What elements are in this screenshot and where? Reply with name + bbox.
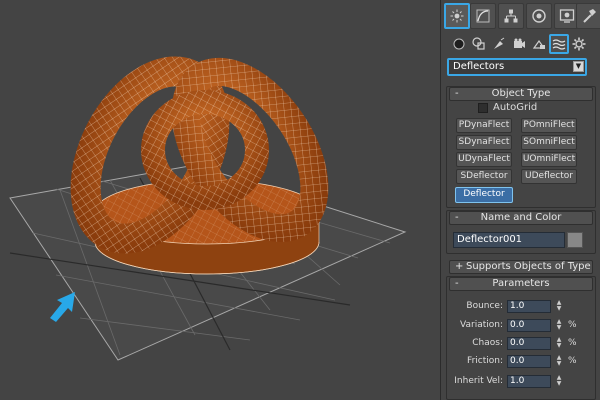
parameters-rollout-header[interactable]: - Parameters — [449, 277, 593, 291]
variation-unit: % — [568, 320, 577, 330]
friction-spinner[interactable]: ▲ ▼ — [555, 355, 563, 368]
uomniflect-button[interactable]: UOmniFlect — [521, 152, 577, 167]
bounce-field[interactable]: 1.0 — [507, 300, 551, 313]
collapse-icon: - — [455, 88, 459, 99]
name-and-color-title: Name and Color — [480, 212, 562, 223]
parameters-title: Parameters — [492, 278, 550, 289]
hammer-icon — [583, 9, 596, 23]
camera-icon — [514, 38, 525, 48]
viewport-scene — [9, 56, 407, 361]
space-warp-waves-icon — [552, 39, 566, 50]
object-type-rollout-header[interactable]: - Object Type — [449, 87, 593, 101]
perspective-viewport[interactable] — [0, 0, 440, 400]
variation-field[interactable]: 0.0 — [507, 319, 551, 332]
light-icon — [494, 37, 505, 49]
display-monitor-icon — [559, 9, 575, 23]
pdynaflect-button[interactable]: PDynaFlect — [456, 118, 512, 133]
chaos-field[interactable]: 0.0 — [507, 337, 551, 350]
autogrid-label: AutoGrid — [493, 102, 538, 113]
autogrid-checkbox[interactable] — [478, 103, 488, 113]
name-and-color-rollout-header[interactable]: - Name and Color — [449, 211, 593, 225]
shapes-icon — [472, 37, 485, 50]
category-dropdown[interactable]: Deflectors ▼ — [447, 58, 587, 76]
subcategory-space-warps[interactable] — [549, 34, 569, 54]
deflector-button[interactable]: Deflector — [455, 187, 513, 203]
collapse-icon: - — [455, 212, 459, 223]
hierarchy-icon — [504, 9, 518, 23]
create-subcategories — [449, 34, 599, 56]
pointer-arrow-icon — [50, 292, 75, 322]
udeflector-button[interactable]: UDeflector — [521, 169, 577, 184]
subcategory-helpers[interactable] — [529, 34, 549, 54]
inherit-vel-label: Inherit Vel: — [454, 376, 503, 386]
tab-motion[interactable] — [526, 3, 552, 29]
chaos-unit: % — [568, 338, 577, 348]
inherit-vel-spinner[interactable]: ▲ ▼ — [555, 375, 563, 388]
tab-hierarchy[interactable] — [498, 3, 524, 29]
tab-modify[interactable] — [470, 3, 496, 29]
variation-spinner[interactable]: ▲ ▼ — [555, 319, 563, 332]
command-panel-tabs — [444, 3, 600, 29]
bounce-label: Bounce: — [466, 301, 503, 311]
subcategory-systems[interactable] — [569, 34, 589, 54]
supports-objects-rollout-header[interactable]: + Supports Objects of Type — [449, 260, 593, 274]
bounce-spinner[interactable]: ▲ ▼ — [555, 300, 563, 313]
variation-label: Variation: — [460, 320, 503, 330]
sdynaflect-button[interactable]: SDynaFlect — [456, 135, 512, 150]
tab-utilities[interactable] — [576, 3, 600, 29]
subcategory-cameras[interactable] — [509, 34, 529, 54]
object-name-field[interactable]: Deflector001 — [453, 232, 565, 248]
helper-icon — [532, 39, 546, 49]
motion-circle-icon — [532, 9, 546, 23]
chaos-label: Chaos: — [472, 338, 503, 348]
friction-label: Friction: — [467, 356, 503, 366]
object-color-swatch[interactable] — [567, 232, 583, 248]
expand-icon: + — [455, 261, 464, 272]
subcategory-lights[interactable] — [489, 34, 509, 54]
object-type-title: Object Type — [491, 88, 551, 99]
command-panel: Deflectors ▼ - Object Type AutoGrid PDyn… — [440, 0, 600, 400]
gear-icon — [572, 37, 586, 51]
modify-curve-icon — [476, 9, 490, 23]
pomniflect-button[interactable]: POmniFlect — [521, 118, 577, 133]
chaos-spinner[interactable]: ▲ ▼ — [555, 337, 563, 350]
tab-create[interactable] — [444, 3, 470, 29]
sdeflector-button[interactable]: SDeflector — [456, 169, 512, 184]
collapse-icon: - — [455, 278, 459, 289]
inherit-vel-field[interactable]: 1.0 — [507, 375, 551, 388]
friction-unit: % — [568, 356, 577, 366]
category-dropdown-value: Deflectors — [453, 61, 505, 72]
friction-field[interactable]: 0.0 — [507, 355, 551, 368]
somniflect-button[interactable]: SOmniFlect — [521, 135, 577, 150]
udynaflect-button[interactable]: UDynaFlect — [456, 152, 512, 167]
sphere-icon — [453, 38, 465, 50]
chevron-down-icon[interactable]: ▼ — [573, 61, 584, 72]
subcategory-shapes[interactable] — [469, 34, 489, 54]
subcategory-geometry[interactable] — [449, 34, 469, 54]
sun-star-icon — [450, 9, 464, 23]
supports-objects-title: Supports Objects of Type — [466, 261, 591, 272]
